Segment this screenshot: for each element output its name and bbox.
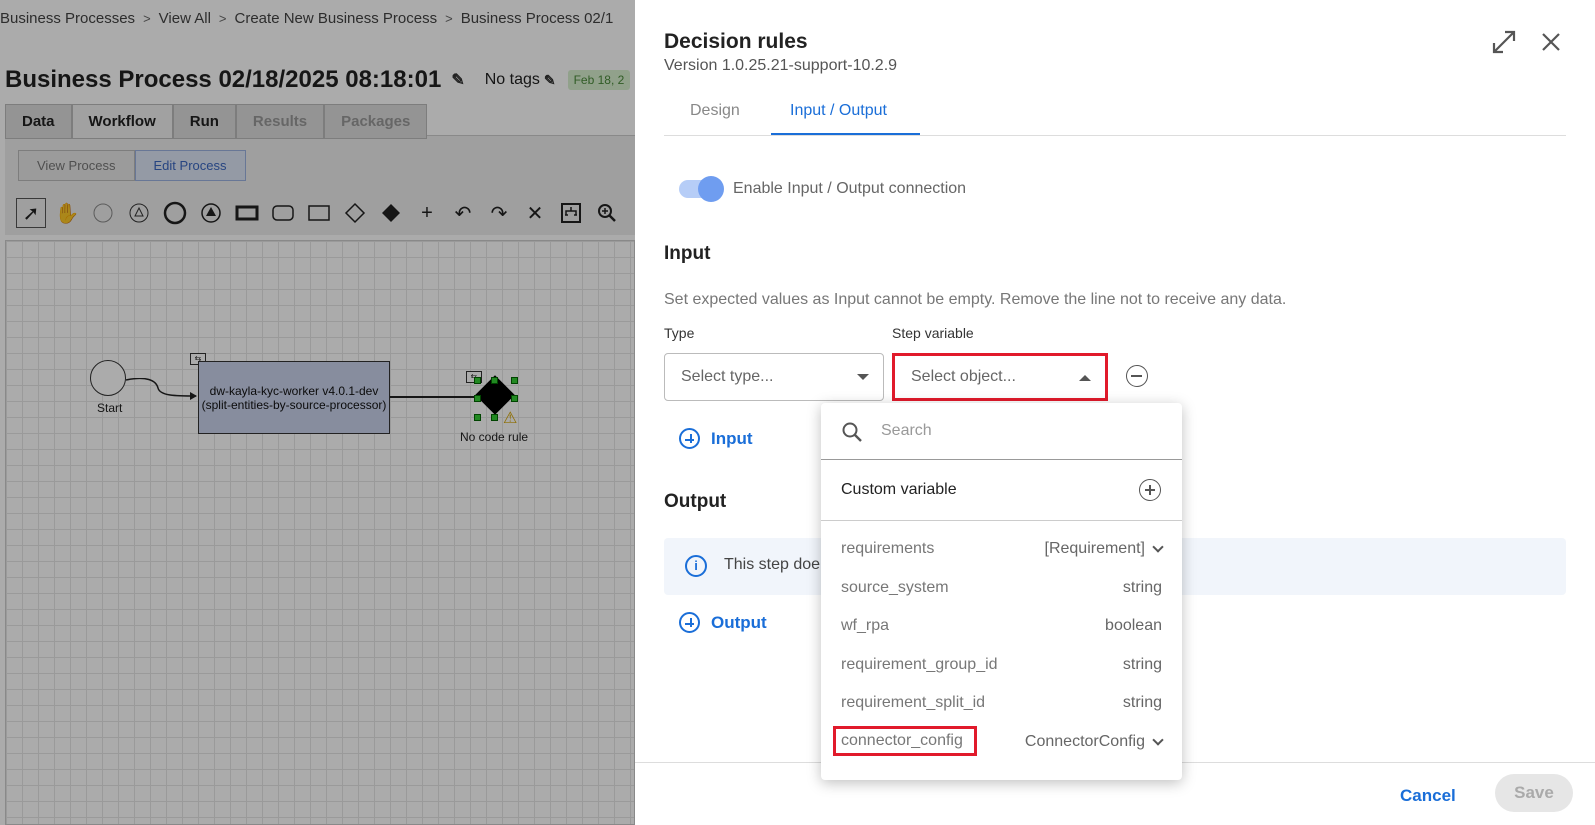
list-item[interactable]: source_system string: [821, 569, 1182, 608]
variable-type-label: [Requirement]: [1044, 540, 1146, 557]
expand-icon[interactable]: [1490, 28, 1518, 56]
plus-circle-icon: [679, 428, 700, 449]
active-tab-indicator: [771, 133, 920, 135]
chevron-down-icon[interactable]: [1152, 734, 1164, 746]
variable-list: requirements [Requirement] source_system…: [821, 530, 1182, 762]
step-variable-select-value: Select object...: [911, 368, 1016, 385]
panel-tabs: Design Input / Output: [664, 98, 1566, 136]
input-description: Set expected values as Input cannot be e…: [664, 291, 1287, 308]
add-output-label: Output: [711, 612, 767, 632]
type-select[interactable]: Select type...: [664, 353, 884, 401]
save-button[interactable]: Save: [1495, 774, 1573, 812]
variable-name: requirement_group_id: [841, 655, 998, 673]
variable-name: requirements: [841, 540, 935, 557]
chevron-down-icon[interactable]: [1152, 541, 1164, 553]
variable-name-highlighted: connector_config: [833, 725, 977, 756]
add-input-button[interactable]: Input: [679, 428, 753, 449]
io-toggle-knob[interactable]: [698, 176, 724, 202]
variable-type: string: [1123, 579, 1162, 597]
variable-name: source_system: [841, 578, 949, 596]
search-icon: [842, 422, 862, 442]
variable-name: wf_rpa: [841, 617, 890, 635]
remove-line-icon[interactable]: [1126, 365, 1148, 387]
custom-variable-label: Custom variable: [841, 481, 957, 498]
cancel-button[interactable]: Cancel: [1400, 786, 1456, 806]
variable-type: ConnectorConfig: [1024, 732, 1164, 751]
list-item[interactable]: requirement_split_id string: [821, 684, 1182, 723]
add-input-label: Input: [711, 428, 753, 448]
tab-design[interactable]: Design: [690, 102, 740, 120]
caret-up-icon: [1079, 375, 1091, 381]
step-variable-field-label: Step variable: [892, 325, 974, 341]
panel-title: Decision rules: [664, 30, 808, 53]
type-select-value: Select type...: [681, 368, 774, 385]
variable-type: string: [1123, 656, 1162, 674]
variable-type-label: boolean: [1105, 617, 1162, 635]
list-item[interactable]: wf_rpa boolean: [821, 607, 1182, 646]
info-icon: i: [685, 555, 707, 577]
search-input[interactable]: [881, 417, 1161, 445]
variable-type-label: ConnectorConfig: [1024, 732, 1145, 750]
step-variable-dropdown: Custom variable requirements [Requiremen…: [821, 403, 1182, 780]
panel-version: Version 1.0.25.21-support-10.2.9: [664, 57, 898, 74]
caret-down-icon: [857, 374, 869, 380]
variable-type: string: [1123, 694, 1162, 712]
plus-circle-icon: [679, 612, 700, 633]
list-item[interactable]: connector_config ConnectorConfig: [821, 723, 1182, 762]
output-section-title: Output: [664, 491, 727, 512]
variable-type: [Requirement]: [1044, 540, 1164, 558]
tab-input-output[interactable]: Input / Output: [790, 102, 887, 120]
variable-type-label: string: [1122, 655, 1162, 673]
type-field-label: Type: [664, 325, 695, 341]
add-custom-variable-icon[interactable]: [1139, 479, 1161, 501]
list-item[interactable]: requirements [Requirement]: [821, 530, 1182, 569]
dropdown-search: [821, 403, 1182, 460]
close-icon[interactable]: [1537, 28, 1565, 56]
custom-variable-option[interactable]: Custom variable: [821, 461, 1182, 521]
variable-type-label: string: [1122, 578, 1162, 596]
variable-type: boolean: [1105, 617, 1162, 635]
variable-type-label: string: [1122, 694, 1162, 712]
output-info-text: This step doe: [724, 556, 821, 573]
io-toggle-label: Enable Input / Output connection: [733, 180, 967, 197]
list-item[interactable]: requirement_group_id string: [821, 646, 1182, 685]
modal-backdrop[interactable]: [0, 0, 635, 825]
variable-name: requirement_split_id: [841, 694, 986, 712]
input-section-title: Input: [664, 243, 711, 264]
step-variable-select[interactable]: Select object...: [892, 353, 1108, 401]
add-output-button[interactable]: Output: [679, 612, 767, 633]
